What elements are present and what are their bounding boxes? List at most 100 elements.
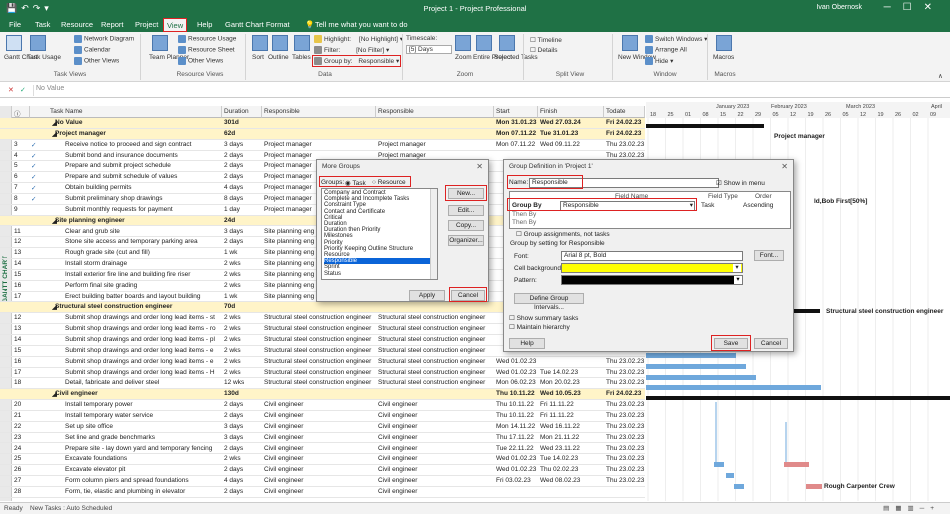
filter-dropdown[interactable]: Filter: [No Filter] ▾ — [314, 46, 389, 55]
gantt-chart-button[interactable]: Gantt Chart — [4, 54, 38, 61]
sort-icon[interactable] — [252, 35, 268, 51]
table-row[interactable]: 22 Set up site office 3 days Civil engineer… — [0, 422, 645, 433]
tell-me-box[interactable]: Tell me what you want to do — [312, 20, 411, 29]
edit-group-button[interactable]: Edit... — [448, 205, 484, 216]
timescale-dropdown[interactable]: [5] Days — [406, 45, 452, 54]
close-icon[interactable]: ✕ — [476, 162, 483, 171]
group-summary-row[interactable]: ◢ Civil engineer 130d Thu 10.11.22 Wed 10.05… — [0, 389, 645, 401]
tables-icon[interactable] — [294, 35, 310, 51]
calendar-button[interactable]: Calendar — [74, 46, 110, 54]
tab-help[interactable]: Help — [194, 20, 215, 29]
column-header-start[interactable]: Start — [494, 106, 538, 118]
network-diagram-button[interactable]: Network Diagram — [74, 35, 134, 43]
row-id: 6 — [14, 173, 18, 181]
status-ready: Ready — [4, 505, 23, 512]
close-icon[interactable]: ✕ — [781, 162, 788, 171]
table-row[interactable]: 24 Prepare site - lay down yard and tempo… — [0, 444, 645, 455]
show-in-menu-checkbox[interactable]: ☑ Show in menu — [716, 179, 765, 187]
group-summary-row[interactable]: ◢ Project manager 62d Mon 07.11.22 Tue 31.01… — [0, 128, 645, 140]
team-planner-icon[interactable] — [152, 35, 168, 51]
table-row[interactable]: 28 Form, tie, elastic and plumbing in ele… — [0, 487, 645, 498]
tab-project[interactable]: Project — [132, 20, 161, 29]
apply-button[interactable]: Apply — [409, 290, 445, 301]
column-header-responsible-2[interactable]: Responsible — [376, 106, 494, 118]
new-window-icon[interactable] — [622, 35, 638, 51]
font-button[interactable]: Font... — [754, 250, 784, 261]
table-row[interactable]: 27 Form column piers and spread foundatio… — [0, 476, 645, 487]
group-assignments-checkbox[interactable]: ☐ Group assignments, not tasks — [516, 230, 610, 238]
tab-task[interactable]: Task — [32, 20, 53, 29]
table-row[interactable]: 25 Excavate foundations 2 wks Civil enginee… — [0, 454, 645, 466]
hide-button[interactable]: Hide ▾ — [645, 57, 673, 66]
tab-view[interactable]: View — [163, 18, 188, 32]
column-header-duration[interactable]: Duration — [222, 106, 262, 118]
cancel-entry-icon[interactable]: ✕ — [8, 86, 14, 94]
table-row[interactable]: 3 Receive notice to proceed and sign cont… — [0, 140, 645, 151]
responsible-cell: Civil engineer — [378, 455, 418, 463]
gantt-chart-icon[interactable] — [6, 35, 22, 51]
user-name[interactable]: Ivan Obernosk — [816, 4, 862, 11]
task-name-cell: Install temporary power — [65, 401, 133, 409]
highlight-dropdown[interactable]: Highlight: [No Highlight] ▾ — [314, 35, 403, 44]
table-row[interactable]: 16 Submit shop drawings and order long le… — [0, 357, 645, 368]
cancel-button[interactable]: Cancel — [754, 338, 788, 349]
cell-background-select[interactable]: ▾ — [561, 263, 743, 273]
selected-tasks-icon[interactable] — [499, 35, 515, 51]
column-header-todate[interactable]: Todate — [604, 106, 645, 118]
table-row[interactable]: 18 Detail, fabricate and deliver steel 12 … — [0, 378, 645, 390]
macros-button[interactable]: Macros — [713, 54, 734, 61]
view-shortcuts-icon[interactable]: ▤▦▥─+ — [883, 504, 940, 512]
critical-bar — [784, 462, 809, 467]
task-usage-button[interactable]: Task Usage — [27, 54, 61, 61]
show-summary-checkbox[interactable]: ☐ Show summary tasks — [509, 314, 578, 322]
help-button[interactable]: Help — [509, 338, 545, 349]
confirm-entry-icon[interactable]: ✓ — [20, 86, 26, 94]
details-checkbox[interactable]: ☐ Details — [530, 46, 558, 54]
sort-button[interactable]: Sort — [252, 54, 264, 61]
define-group-intervals-button[interactable]: Define Group Intervals... — [514, 293, 584, 311]
task-usage-icon[interactable] — [30, 35, 46, 51]
maintain-hierarchy-checkbox[interactable]: ☐ Maintain hierarchy — [509, 323, 570, 331]
group-list-item[interactable]: Status — [324, 271, 432, 277]
tables-button[interactable]: Tables — [292, 54, 311, 61]
outline-button[interactable]: Outline — [268, 54, 289, 61]
pattern-select[interactable]: ▾ — [561, 275, 743, 285]
table-row[interactable]: 23 Set line and grade benchmarks 3 days Civ… — [0, 433, 645, 444]
copy-group-button[interactable]: Copy... — [448, 220, 484, 231]
arrange-all-button[interactable]: Arrange All — [645, 46, 687, 54]
column-header-task-name[interactable]: Task Name — [30, 106, 222, 118]
tab-report[interactable]: Report — [98, 20, 127, 29]
other-views2-button[interactable]: Other Views — [178, 57, 223, 65]
resource-sheet-button[interactable]: Resource Sheet — [178, 46, 235, 54]
organizer-button[interactable]: Organizer... — [448, 235, 484, 246]
collapse-ribbon-icon[interactable]: ∧ — [938, 72, 943, 80]
tab-resource[interactable]: Resource — [58, 20, 96, 29]
outline-icon[interactable] — [272, 35, 288, 51]
group-summary-row[interactable]: ◢ No Value 301d Mon 31.01.23 Wed 27.03.24 Fri… — [0, 118, 645, 129]
tab-file[interactable]: File — [6, 20, 24, 29]
list-scrollbar[interactable] — [430, 189, 437, 279]
zoom-icon[interactable] — [455, 35, 471, 51]
tab-gantt-format[interactable]: Gantt Chart Format — [222, 20, 293, 29]
zoom-button[interactable]: Zoom — [455, 54, 472, 61]
new-tasks-mode[interactable]: New Tasks : Auto Scheduled — [30, 505, 112, 512]
macros-icon[interactable] — [716, 35, 732, 51]
window-controls[interactable]: ─☐✕ — [884, 2, 944, 13]
resource-usage-button[interactable]: Resource Usage — [178, 35, 236, 43]
duration-cell: 2 wks — [224, 281, 241, 289]
entry-input[interactable]: No Value — [33, 85, 633, 96]
switch-windows-button[interactable]: Switch Windows ▾ — [645, 35, 707, 44]
column-header-responsible-1[interactable]: Responsible — [262, 106, 376, 118]
other-views-button[interactable]: Other Views — [74, 57, 119, 65]
entire-project-icon[interactable] — [476, 35, 492, 51]
column-header-finish[interactable]: Finish — [538, 106, 604, 118]
table-row[interactable]: 21 Install temporary water service 2 days C… — [0, 411, 645, 422]
table-row[interactable]: 17 Submit shop drawings and order long le… — [0, 368, 645, 379]
column-header-indicator[interactable]: ⓘ — [12, 106, 30, 118]
filter-label: Filter: — [324, 47, 341, 54]
table-row[interactable]: 20 Install temporary power 2 days Civil eng… — [0, 400, 645, 411]
selected-tasks-button[interactable]: Selected Tasks — [494, 54, 538, 61]
table-row[interactable]: 26 Excavate elevator pit 2 days Civil engin… — [0, 465, 645, 477]
timeline-checkbox[interactable]: ☐ Timeline — [530, 36, 562, 44]
groups-list[interactable]: Company and Contract Complete and Incompl… — [321, 188, 438, 280]
